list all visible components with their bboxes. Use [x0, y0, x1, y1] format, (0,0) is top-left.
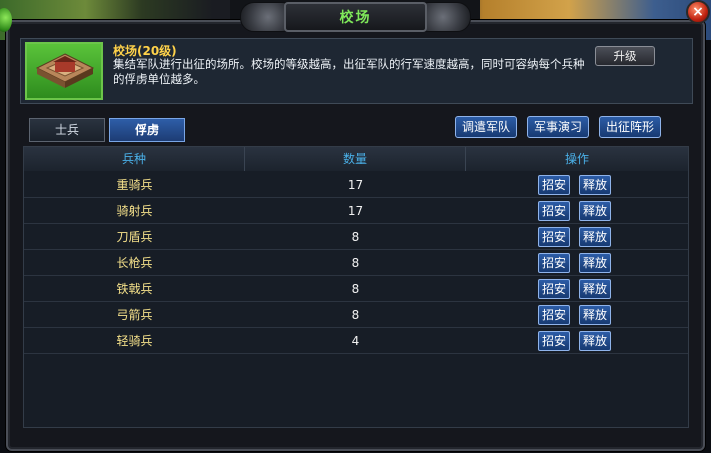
- march-formation-button[interactable]: 出征阵形: [599, 116, 661, 138]
- column-header-count: 数量: [245, 147, 466, 171]
- recruit-button[interactable]: 招安: [538, 227, 570, 247]
- release-button[interactable]: 释放: [579, 175, 611, 195]
- tab-soldiers[interactable]: 士兵: [29, 118, 105, 142]
- building-info-panel: 校场(20级) 集结军队进行出征的场所。校场的等级越高，出征军队的行军速度越高，…: [20, 38, 693, 104]
- unit-count: 8: [351, 282, 360, 296]
- recruit-button[interactable]: 招安: [538, 175, 570, 195]
- prisoner-table: 兵种 数量 操作 重骑兵 17 招安 释放 骑射兵 17 招安 释放 刀盾兵 8…: [23, 146, 689, 428]
- close-button[interactable]: ×: [686, 0, 710, 24]
- table-row: 重骑兵 17 招安 释放: [24, 172, 688, 198]
- table-row: 刀盾兵 8 招安 释放: [24, 224, 688, 250]
- drill-ground-icon: [35, 53, 95, 88]
- release-button[interactable]: 释放: [579, 253, 611, 273]
- window-title-bar: 校场: [240, 0, 471, 36]
- unit-type: 刀盾兵: [116, 230, 153, 244]
- unit-count: 17: [347, 178, 364, 192]
- unit-count: 8: [351, 230, 360, 244]
- unit-count: 8: [351, 308, 360, 322]
- building-thumbnail: [25, 42, 103, 100]
- recruit-button[interactable]: 招安: [538, 201, 570, 221]
- table-row: 轻骑兵 4 招安 释放: [24, 328, 688, 354]
- unit-count: 17: [347, 204, 364, 218]
- unit-type: 长枪兵: [116, 256, 153, 270]
- title-plate: 校场: [284, 2, 427, 32]
- dispatch-army-button[interactable]: 调遣军队: [455, 116, 517, 138]
- military-drill-button[interactable]: 军事演习: [527, 116, 589, 138]
- building-description: 集结军队进行出征的场所。校场的等级越高，出征军队的行军速度越高，同时可容纳每个兵…: [113, 57, 585, 86]
- unit-type: 重骑兵: [116, 178, 153, 192]
- release-button[interactable]: 释放: [579, 305, 611, 325]
- table-row: 弓箭兵 8 招安 释放: [24, 302, 688, 328]
- release-button[interactable]: 释放: [579, 331, 611, 351]
- unit-count: 8: [351, 256, 360, 270]
- recruit-button[interactable]: 招安: [538, 279, 570, 299]
- unit-type: 轻骑兵: [116, 334, 153, 348]
- release-button[interactable]: 释放: [579, 279, 611, 299]
- table-header: 兵种 数量 操作: [24, 147, 688, 171]
- release-button[interactable]: 释放: [579, 227, 611, 247]
- table-row: 长枪兵 8 招安 释放: [24, 250, 688, 276]
- recruit-button[interactable]: 招安: [538, 331, 570, 351]
- tab-prisoners[interactable]: 俘虏: [109, 118, 185, 142]
- unit-type: 弓箭兵: [116, 308, 153, 322]
- table-row: 铁戟兵 8 招安 释放: [24, 276, 688, 302]
- upgrade-button[interactable]: 升级: [595, 46, 655, 66]
- unit-count: 4: [351, 334, 360, 348]
- column-header-ops: 操作: [564, 152, 589, 166]
- release-button[interactable]: 释放: [579, 201, 611, 221]
- column-header-type: 兵种: [24, 147, 245, 171]
- recruit-button[interactable]: 招安: [538, 253, 570, 273]
- table-row: 骑射兵 17 招安 释放: [24, 198, 688, 224]
- unit-type: 铁戟兵: [116, 282, 153, 296]
- unit-type: 骑射兵: [116, 204, 153, 218]
- window-title: 校场: [339, 10, 372, 26]
- recruit-button[interactable]: 招安: [538, 305, 570, 325]
